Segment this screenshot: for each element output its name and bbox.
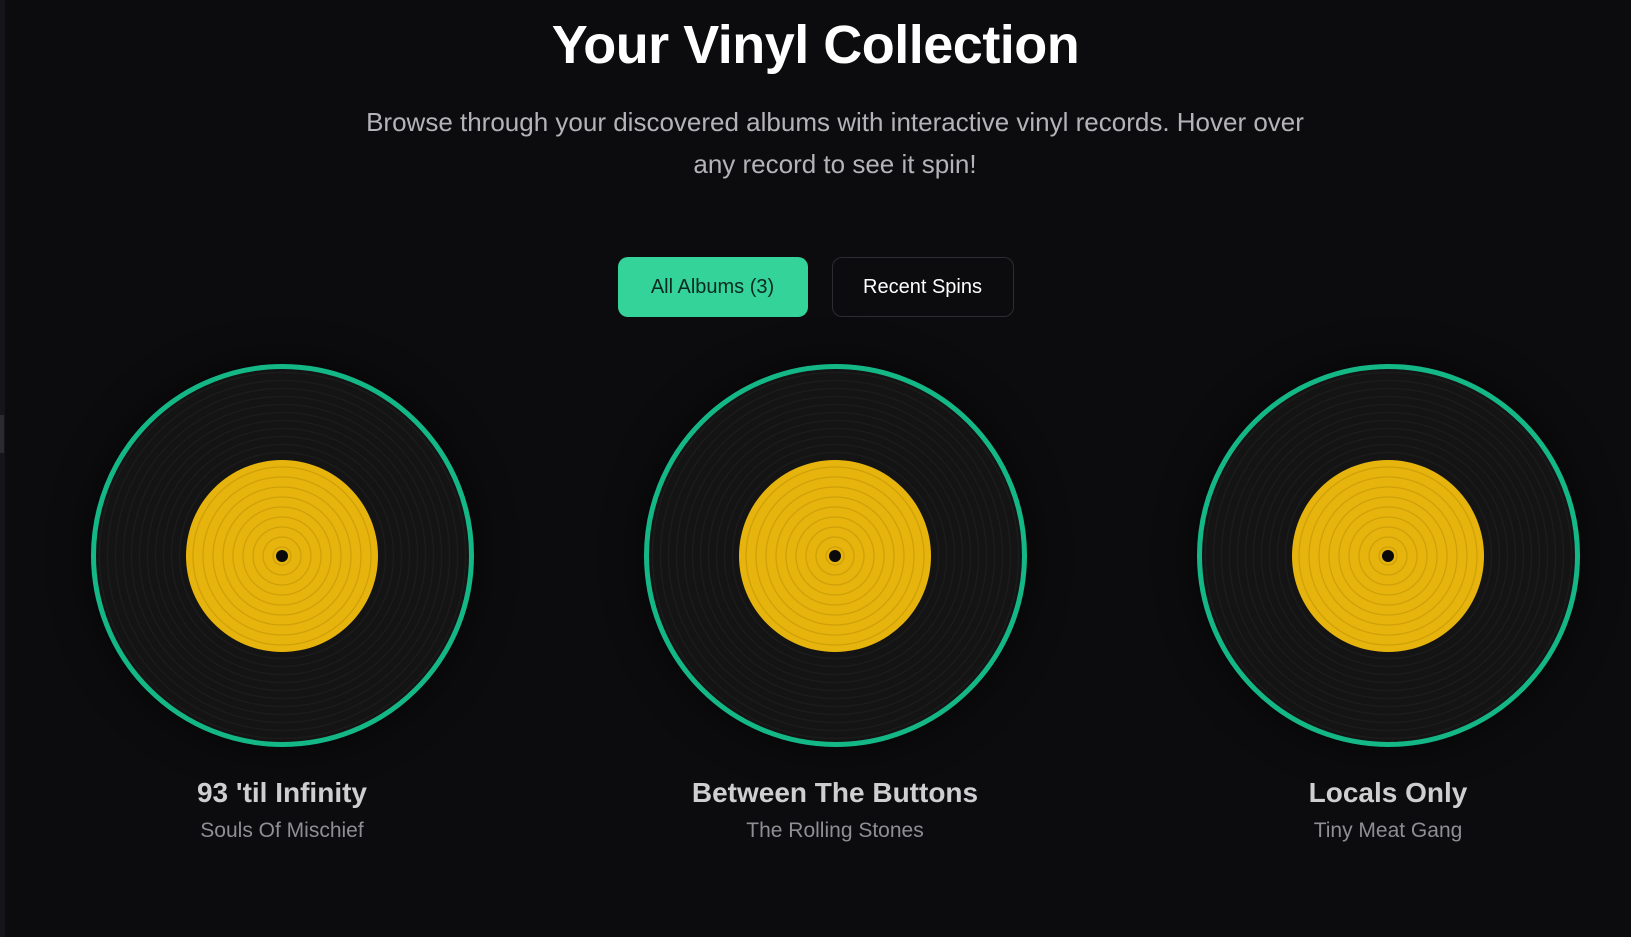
album-title: Locals Only bbox=[1308, 777, 1468, 808]
album-artist: The Rolling Stones bbox=[746, 819, 924, 842]
page-title: Your Vinyl Collection bbox=[551, 15, 1080, 75]
vinyl-spindle-hole bbox=[829, 549, 841, 562]
filter-tabs: All Albums (3) Recent Spins bbox=[0, 257, 1631, 317]
vinyl-spindle-hole bbox=[1382, 549, 1394, 562]
all-albums-button[interactable]: All Albums (3) bbox=[617, 257, 808, 317]
album-title: Between The Buttons bbox=[691, 777, 979, 808]
album-title: 93 'til Infinity bbox=[196, 777, 367, 808]
page: Your Vinyl Collection Browse through you… bbox=[0, 0, 1631, 937]
album-card[interactable]: 93 'til Infinity Souls Of Mischief bbox=[82, 364, 482, 845]
vinyl-record[interactable] bbox=[643, 364, 1027, 747]
album-artist: Tiny Meat Gang bbox=[1313, 819, 1463, 842]
page-subtitle: Browse through your discovered albums wi… bbox=[366, 107, 1304, 179]
vinyl-record[interactable] bbox=[90, 364, 474, 747]
vinyl-record[interactable] bbox=[1196, 364, 1580, 747]
vinyl-spindle-hole bbox=[276, 549, 288, 562]
recent-spins-button[interactable]: Recent Spins bbox=[831, 257, 1014, 317]
album-card[interactable]: Between The Buttons The Rolling Stones bbox=[635, 364, 1035, 845]
album-card[interactable]: Locals Only Tiny Meat Gang bbox=[1188, 364, 1588, 845]
album-grid: 93 'til Infinity Souls Of Mischief Betwe… bbox=[0, 364, 1631, 864]
album-artist: Souls Of Mischief bbox=[200, 819, 364, 842]
